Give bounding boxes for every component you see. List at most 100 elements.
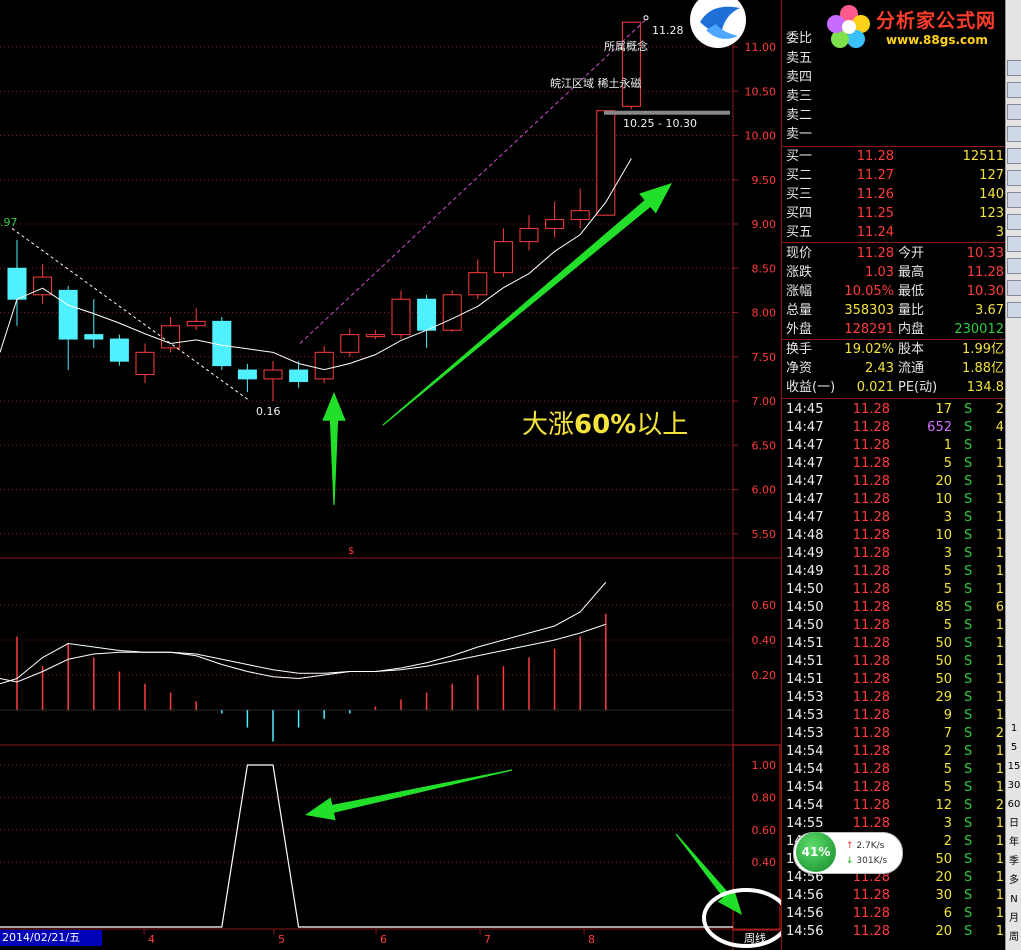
tick-row[interactable]: 14:55 11.28 3 S 1 — [782, 815, 1006, 833]
tick-row[interactable]: 14:47 11.28 10 S 1 — [782, 491, 1006, 509]
tool-icon[interactable] — [1007, 302, 1021, 318]
axis-box — [732, 744, 781, 931]
toolbar-button[interactable]: 年 — [1007, 835, 1021, 851]
tool-icon[interactable] — [1007, 126, 1021, 142]
tool-icon[interactable] — [1007, 214, 1021, 230]
toolbar-button[interactable]: 多 — [1007, 873, 1021, 889]
tick-row[interactable]: 14:48 11.28 10 S 1 — [782, 527, 1006, 545]
tick-count: 1 — [995, 924, 1004, 939]
tick-row[interactable]: 14:47 11.28 1 S 1 — [782, 437, 1006, 455]
tick-side: S — [964, 582, 973, 597]
tick-side: S — [964, 924, 973, 939]
tick-row[interactable]: 14:47 11.28 3 S 1 — [782, 509, 1006, 527]
tick-count: 1 — [995, 852, 1004, 867]
tick-row[interactable]: 14:54 11.28 2 S 1 — [782, 743, 1006, 761]
tick-row[interactable]: 14:49 11.28 3 S 1 — [782, 545, 1006, 563]
tool-icon[interactable] — [1007, 258, 1021, 274]
tick-row[interactable]: 14:54 11.28 5 S 1 — [782, 779, 1006, 797]
region-label: 皖江区域 稀土永磁 — [550, 77, 642, 90]
tool-icon[interactable] — [1007, 192, 1021, 208]
bid-row[interactable]: 买三 11.26 140 — [782, 186, 1006, 204]
tick-count: 1 — [995, 528, 1004, 543]
tick-row[interactable]: 14:50 11.28 5 S 1 — [782, 581, 1006, 599]
stat-row[interactable]: 涨幅 10.05% 最低 10.30 — [782, 283, 1006, 301]
site-logo: 分析家公式网 www.88gs.com — [820, 0, 1020, 52]
toolbar-button[interactable]: 15 — [1007, 759, 1021, 775]
toolbar-button[interactable]: 周 — [1007, 930, 1021, 946]
bid-row[interactable]: 买五 11.24 3 — [782, 224, 1006, 242]
net-speed-widget[interactable]: 41% ↑ 2.7K/s ↓ 301K/s — [793, 832, 903, 874]
stat-value: 3.67 — [975, 303, 1004, 318]
bid-price: 11.27 — [856, 168, 894, 183]
tick-row[interactable]: 14:53 11.28 9 S 1 — [782, 707, 1006, 725]
tick-time: 14:53 — [786, 708, 824, 723]
bid-price: 11.24 — [856, 225, 894, 240]
ask-row[interactable]: 卖一 — [782, 126, 1006, 144]
tick-row[interactable]: 14:56 11.28 20 S 1 — [782, 923, 1006, 941]
tick-row[interactable]: 14:45 11.28 17 S 2 — [782, 401, 1006, 419]
tick-row[interactable]: 14:47 11.28 652 S 4 — [782, 419, 1006, 437]
ask-row[interactable]: 卖三 — [782, 88, 1006, 106]
tick-row[interactable]: 14:50 11.28 85 S 6 — [782, 599, 1006, 617]
tick-count: 1 — [995, 870, 1004, 885]
candle-body — [58, 289, 78, 340]
toolbar-button[interactable]: 月 — [1007, 911, 1021, 927]
tick-row[interactable]: 14:53 11.28 29 S 1 — [782, 689, 1006, 707]
divider — [782, 339, 1006, 340]
toolbar-button[interactable]: 60 — [1007, 797, 1021, 813]
tool-icon[interactable] — [1007, 170, 1021, 186]
toolbar-button[interactable]: 1 — [1007, 721, 1021, 737]
toolbar-button[interactable]: 30 — [1007, 778, 1021, 794]
tool-icon[interactable] — [1007, 280, 1021, 296]
ind-tick-label: 1.00 — [752, 759, 777, 772]
tick-row[interactable]: 14:50 11.28 5 S 1 — [782, 617, 1006, 635]
tick-row[interactable]: 14:56 11.28 30 S 1 — [782, 887, 1006, 905]
bid-row[interactable]: 买一 11.28 12511 — [782, 148, 1006, 166]
tick-count: 1 — [995, 906, 1004, 921]
ask-row[interactable]: 卖四 — [782, 69, 1006, 87]
bid-row[interactable]: 买二 11.27 127 — [782, 167, 1006, 185]
tool-icon[interactable] — [1007, 236, 1021, 252]
stat-row[interactable]: 涨跌 1.03 最高 11.28 — [782, 264, 1006, 282]
tool-icon[interactable] — [1007, 82, 1021, 98]
period-label[interactable]: 周线 — [744, 930, 766, 946]
tick-price: 11.28 — [852, 564, 890, 579]
stat-row[interactable]: 换手 19.02% 股本 1.99亿 — [782, 341, 1006, 359]
tick-price: 11.28 — [852, 600, 890, 615]
tick-row[interactable]: 14:54 11.28 5 S 1 — [782, 761, 1006, 779]
tick-row[interactable]: 14:56 11.28 6 S 1 — [782, 905, 1006, 923]
tick-side: S — [964, 870, 973, 885]
kline-chart[interactable]: 11.00 10.50 10.00 9.50 9.00 8.50 8.00 7.50 7.00 6… — [0, 0, 781, 950]
bid-row[interactable]: 买四 11.25 123 — [782, 205, 1006, 223]
toolbar-button[interactable]: 季 — [1007, 854, 1021, 870]
toolbar-button[interactable]: N — [1007, 892, 1021, 908]
tick-row[interactable]: 14:51 11.28 50 S 1 — [782, 671, 1006, 689]
tick-row[interactable]: 14:49 11.28 5 S 1 — [782, 563, 1006, 581]
tick-side: S — [964, 456, 973, 471]
ask-row[interactable]: 卖五 — [782, 50, 1006, 68]
tick-volume: 50 — [935, 672, 952, 687]
tool-icon[interactable] — [1007, 104, 1021, 120]
toolbar-button[interactable]: 日 — [1007, 816, 1021, 832]
stat-row[interactable]: 外盘 128291 内盘 230012 — [782, 321, 1006, 339]
tick-side: S — [964, 798, 973, 813]
stat-row[interactable]: 净资 2.43 流通 1.88亿 — [782, 360, 1006, 378]
stat-row[interactable]: 总量 358303 量比 3.67 — [782, 302, 1006, 320]
stat-value: 230012 — [954, 322, 1004, 337]
ask-row[interactable]: 卖二 — [782, 107, 1006, 125]
tick-row[interactable]: 14:51 11.28 50 S 1 — [782, 635, 1006, 653]
tick-row[interactable]: 14:53 11.28 7 S 2 — [782, 725, 1006, 743]
arrow-icon — [322, 392, 346, 505]
tick-row[interactable]: 14:54 11.28 12 S 2 — [782, 797, 1006, 815]
toolbar-button[interactable]: 5 — [1007, 740, 1021, 756]
tick-row[interactable]: 14:51 11.28 50 S 1 — [782, 653, 1006, 671]
tick-volume: 1 — [943, 438, 952, 453]
stat-row[interactable]: 现价 11.28 今开 10.33 — [782, 245, 1006, 263]
tick-row[interactable]: 14:47 11.28 20 S 1 — [782, 473, 1006, 491]
tick-row[interactable]: 14:47 11.28 5 S 1 — [782, 455, 1006, 473]
tool-icon[interactable] — [1007, 148, 1021, 164]
tick-time: 14:47 — [786, 420, 824, 435]
tick-price: 11.28 — [852, 888, 890, 903]
tool-icon[interactable] — [1007, 60, 1021, 76]
stat-row[interactable]: 收益(一) 0.021 PE(动) 134.8 — [782, 379, 1006, 397]
